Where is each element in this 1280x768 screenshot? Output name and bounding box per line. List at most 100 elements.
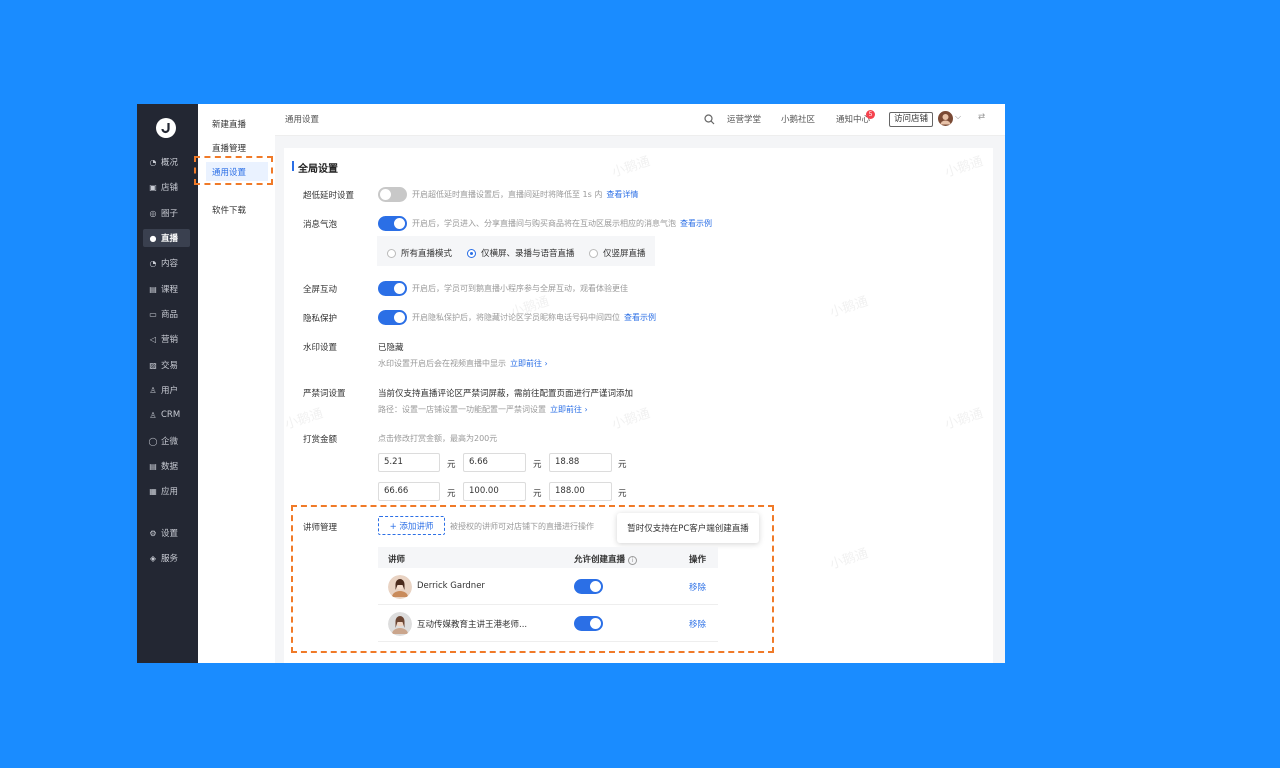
watermark-text: 小鹅通 xyxy=(610,406,652,433)
data-icon: ▤ xyxy=(149,461,157,471)
banned-words-label: 严禁词设置 xyxy=(303,389,346,399)
course-icon: ▤ xyxy=(149,284,157,294)
nav-item-label: 服务 xyxy=(161,554,179,564)
nav-item-label: 课程 xyxy=(161,285,179,295)
nav-item-label: 设置 xyxy=(161,529,179,539)
chevron-down-icon[interactable]: ⌵ xyxy=(955,112,961,122)
privacy-toggle[interactable] xyxy=(378,310,407,325)
reward-amount-field[interactable]: 66.66 xyxy=(378,482,440,501)
nav-item-settings[interactable]: ⚙ 设置 xyxy=(143,524,190,542)
marketing-icon: ◁ xyxy=(149,334,157,344)
search-icon[interactable] xyxy=(704,114,715,125)
low-latency-toggle[interactable] xyxy=(378,187,407,202)
store-icon: ▣ xyxy=(149,182,157,192)
nav-item-data[interactable]: ▤ 数据 xyxy=(143,457,190,475)
nav-item-store[interactable]: ▣ 店铺 xyxy=(143,178,190,196)
fullscreen-toggle[interactable] xyxy=(378,281,407,296)
nav-item-marketing[interactable]: ◁ 营销 xyxy=(143,330,190,348)
bubble-example-link[interactable]: 查看示例 xyxy=(680,219,712,228)
nav-item-apps[interactable]: ▦ 应用 xyxy=(143,482,190,500)
banned-words-path: 路径：设置一店铺设置一功能配置一严禁词设置 立即前往 › xyxy=(378,405,588,414)
goods-icon: ▭ xyxy=(149,309,157,319)
watermark-text: 小鹅通 xyxy=(284,406,325,433)
nav-item-trade[interactable]: ▨ 交易 xyxy=(143,356,190,374)
watermark-desc: 水印设置开启后会在视频直播中显示 立即前往 › xyxy=(378,359,548,368)
content-icon: ◔ xyxy=(149,258,157,268)
watermark-text: 小鹅通 xyxy=(610,154,652,181)
fullscreen-label: 全屏互动 xyxy=(303,285,338,295)
reward-amount-field[interactable]: 188.00 xyxy=(549,482,612,501)
switch-icon[interactable]: ⇄ xyxy=(978,112,985,122)
apps-icon: ▦ xyxy=(149,486,157,496)
main-sidebar: ◔ 概况 ▣ 店铺 ◎ 圈子 ● 直播 ◔ 内容 ▤ 课程 ▭ 商品 ◁ 营销 ▨ 交易 ♙ 用户 ♙ CRM ◯ 企微 ▤ 数据… xyxy=(137,104,198,663)
nav-item-group[interactable]: ◎ 圈子 xyxy=(143,204,190,222)
watermark-status: 已隐藏 xyxy=(378,343,404,353)
breadcrumb: 通用设置 xyxy=(285,115,320,125)
crm-icon: ♙ xyxy=(149,410,157,420)
visit-store-button[interactable]: 访问店铺 xyxy=(889,112,934,127)
nav-item-service[interactable]: ◈ 服务 xyxy=(143,549,190,567)
group-icon: ◎ xyxy=(149,208,157,218)
nav-item-pie[interactable]: ◔ 概况 xyxy=(143,153,190,171)
top-bar: 通用设置 运营学堂 小鹅社区 通知中心 5 访问店铺 ⌵ ⇄ xyxy=(275,104,1005,136)
secondary-menu: 新建直播 直播管理 通用设置 软件下载 xyxy=(198,104,275,663)
bubble-desc: 开启后，学员进入、分享直播间与购买商品将在互动区展示相应的消息气泡 查看示例 xyxy=(412,219,712,228)
wecom-icon: ◯ xyxy=(148,436,158,446)
nav-item-label: 应用 xyxy=(161,487,179,497)
topbar-link-notifications[interactable]: 通知中心 xyxy=(836,113,870,125)
nav-item-label: 概况 xyxy=(161,158,179,168)
low-latency-detail-link[interactable]: 查看详情 xyxy=(606,190,638,199)
watermark-text: 小鹅通 xyxy=(828,546,870,573)
app-logo-icon xyxy=(156,118,176,138)
watermark-go-link[interactable]: 立即前往 › xyxy=(510,359,548,368)
section-title: 全局设置 xyxy=(292,160,338,175)
trade-icon: ▨ xyxy=(149,360,157,370)
reward-amount-field[interactable]: 100.00 xyxy=(463,482,526,501)
radio-landscape-only[interactable]: 仅横屏、录播与语音直播 xyxy=(467,247,575,259)
watermark-label: 水印设置 xyxy=(303,343,338,353)
submenu-item-software-download[interactable]: 软件下载 xyxy=(206,200,268,219)
reward-desc: 点击修改打赏金额，最高为200元 xyxy=(378,434,498,443)
radio-portrait-only[interactable]: 仅竖屏直播 xyxy=(589,247,646,259)
reward-unit: 元 xyxy=(533,460,542,470)
topbar-link-academy[interactable]: 运营学堂 xyxy=(727,113,761,125)
nav-item-label: 店铺 xyxy=(161,183,179,193)
nav-item-live[interactable]: ● 直播 xyxy=(143,229,190,247)
watermark-text: 小鹅通 xyxy=(943,154,985,181)
notification-badge: 5 xyxy=(866,110,875,119)
reward-amount-field[interactable]: 18.88 xyxy=(549,453,612,472)
watermark-text: 小鹅通 xyxy=(828,294,870,321)
highlight-lecturer-section xyxy=(291,505,774,653)
highlight-submenu xyxy=(194,156,273,185)
nav-item-label: 交易 xyxy=(161,361,179,371)
reward-amount-field[interactable]: 5.21 xyxy=(378,453,440,472)
nav-item-label: 圈子 xyxy=(161,209,179,219)
avatar[interactable] xyxy=(938,111,953,126)
pie-icon: ◔ xyxy=(149,157,157,167)
bubble-toggle[interactable] xyxy=(378,216,407,231)
nav-item-course[interactable]: ▤ 课程 xyxy=(143,280,190,298)
nav-item-label: 直播 xyxy=(161,234,179,244)
app-window: ◔ 概况 ▣ 店铺 ◎ 圈子 ● 直播 ◔ 内容 ▤ 课程 ▭ 商品 ◁ 营销 ▨ 交易 ♙ 用户 ♙ CRM ◯ 企微 ▤ 数据… xyxy=(137,104,1005,663)
service-icon: ◈ xyxy=(149,553,157,563)
privacy-desc: 开启隐私保护后，将隐藏讨论区学员昵称电话号码中间四位 查看示例 xyxy=(412,313,656,322)
banned-words-go-link[interactable]: 立即前往 › xyxy=(550,405,588,414)
submenu-item-live-manage[interactable]: 直播管理 xyxy=(206,138,268,157)
privacy-example-link[interactable]: 查看示例 xyxy=(624,313,656,322)
nav-item-crm[interactable]: ♙ CRM xyxy=(143,406,190,424)
reward-unit: 元 xyxy=(447,489,456,499)
reward-amount-field[interactable]: 6.66 xyxy=(463,453,526,472)
nav-item-content[interactable]: ◔ 内容 xyxy=(143,254,190,272)
submenu-item-new-live[interactable]: 新建直播 xyxy=(206,114,268,133)
topbar-link-community[interactable]: 小鹅社区 xyxy=(781,113,815,125)
nav-item-user[interactable]: ♙ 用户 xyxy=(143,381,190,399)
nav-item-label: 数据 xyxy=(161,462,179,472)
radio-all-modes[interactable]: 所有直播模式 xyxy=(387,247,452,259)
nav-item-wecom[interactable]: ◯ 企微 xyxy=(143,432,190,450)
reward-unit: 元 xyxy=(618,489,627,499)
nav-item-goods[interactable]: ▭ 商品 xyxy=(143,305,190,323)
reward-unit: 元 xyxy=(533,489,542,499)
nav-item-label: 内容 xyxy=(161,259,179,269)
user-icon: ♙ xyxy=(149,385,157,395)
nav-item-label: 营销 xyxy=(161,335,179,345)
